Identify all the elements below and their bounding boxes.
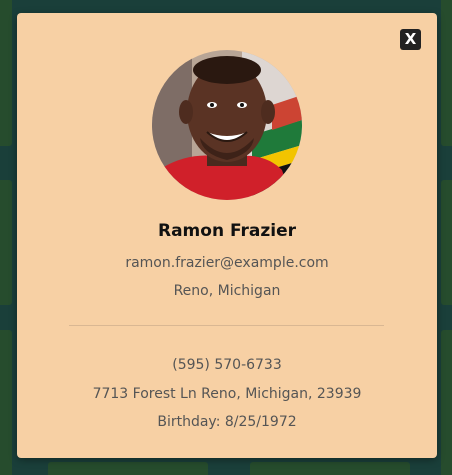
divider (69, 325, 384, 326)
avatar (152, 50, 302, 200)
user-detail-modal: X Ramon Frazier ramon.frazier@example.co… (17, 13, 437, 458)
user-phone: (595) 570-6733 (172, 357, 282, 373)
user-email: ramon.frazier@example.com (125, 255, 329, 271)
user-name: Ramon Frazier (158, 221, 296, 241)
close-button[interactable]: X (400, 29, 421, 50)
user-location: Reno, Michigan (173, 283, 281, 299)
user-birthday: Birthday: 8/25/1972 (157, 414, 297, 430)
user-address: 7713 Forest Ln Reno, Michigan, 23939 (92, 386, 362, 402)
